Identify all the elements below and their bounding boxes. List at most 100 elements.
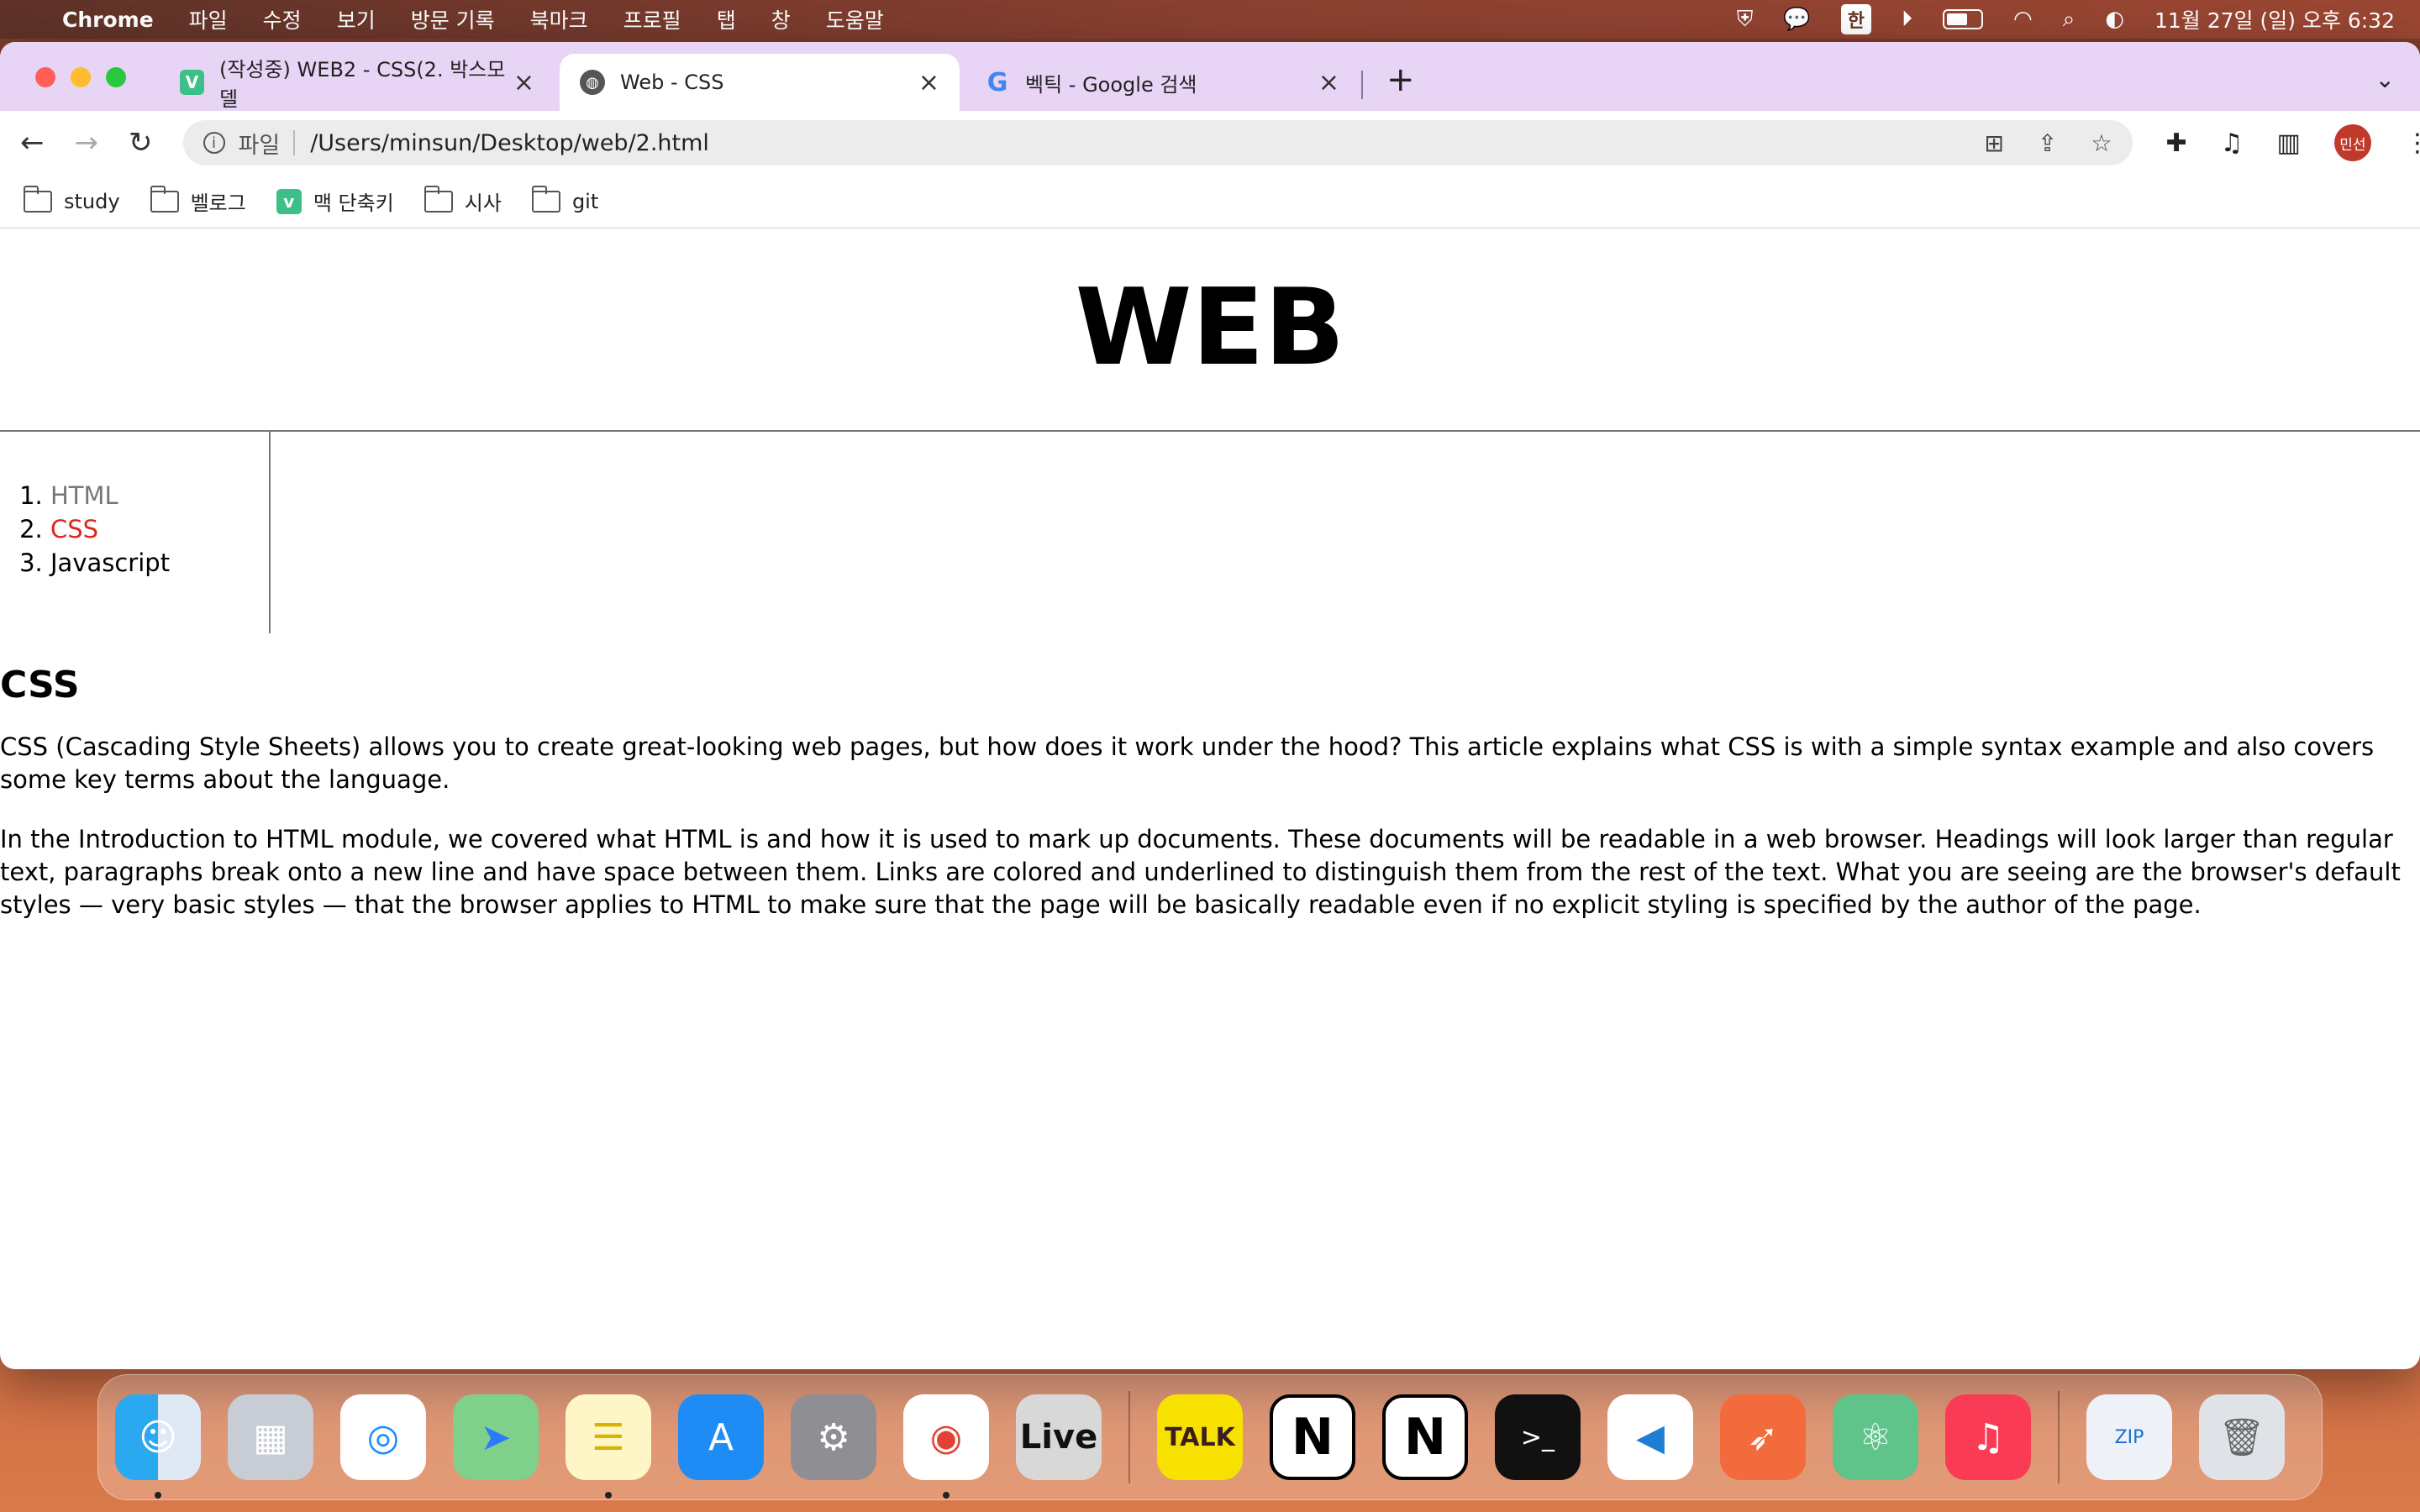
system-settings-gear-icon[interactable]: ⚙ (791, 1394, 876, 1480)
back-arrow-icon[interactable]: ← (20, 126, 45, 160)
page-heading-link[interactable]: WEB (0, 228, 2420, 432)
menu-clock[interactable]: 11월 27일 (일) 오후 6:32 (2154, 4, 2395, 34)
atom-editor-icon[interactable]: ⚛ (1833, 1394, 1918, 1480)
close-window-button[interactable] (35, 67, 55, 87)
menu-file[interactable]: 파일 (189, 4, 228, 34)
bookmark-news[interactable]: 시사 (424, 185, 502, 216)
app-store-icon[interactable]: A (678, 1394, 764, 1480)
maps-icon[interactable]: ➤ (453, 1394, 539, 1480)
terminal-icon[interactable]: >_ (1495, 1394, 1581, 1480)
bookmark-label: 맥 단축키 (313, 192, 394, 215)
omnibox-actions: ⊞ ⇪ ☆ (1984, 129, 2112, 157)
music-icon[interactable]: ♫ (1945, 1394, 2031, 1480)
tab-velog-draft[interactable]: V (작성중) WEB2 - CSS(2. 박스모델 × (160, 54, 555, 111)
menu-tab[interactable]: 탭 (717, 4, 736, 34)
bookmark-label: git (571, 189, 599, 213)
folder-icon (150, 185, 179, 213)
toolbar-actions: ✚ ♫ ▥ 민선 ⋮ (2166, 124, 2420, 161)
menu-view[interactable]: 보기 (337, 4, 376, 34)
folder-icon (24, 185, 52, 213)
spotlight-search-icon[interactable]: ⌕ (2063, 7, 2075, 33)
menu-profile[interactable]: 프로필 (623, 4, 681, 34)
tab-strip: V (작성중) WEB2 - CSS(2. 박스모델 × ◍ Web - CSS… (0, 42, 2420, 111)
tab-title: Web - CSS (620, 71, 724, 94)
folder-icon (531, 185, 560, 213)
minimize-window-button[interactable] (71, 67, 91, 87)
site-info-icon[interactable]: i (203, 132, 225, 154)
bookmarks-bar: study 벨로그 v 맥 단축키 시사 git (0, 175, 2420, 228)
side-panel-icon[interactable]: ▥ (2277, 129, 2301, 158)
share-icon[interactable]: ⇪ (2038, 129, 2057, 157)
close-tab-icon[interactable]: × (513, 68, 534, 97)
translate-icon[interactable]: ⊞ (1984, 129, 2003, 157)
status-area: ⛨ 💬 한 ⏵ ◠ ⌕ ◐ 11월 27일 (일) 오후 6:32 (1737, 4, 2395, 34)
control-center-icon[interactable]: ◐ (2105, 7, 2124, 32)
nav-link-javascript[interactable]: Javascript (50, 549, 170, 577)
close-tab-icon[interactable]: × (918, 68, 939, 97)
menu-edit[interactable]: 수정 (263, 4, 302, 34)
play-status-icon[interactable]: ⏵ (1902, 7, 1912, 33)
menu-help[interactable]: 도움말 (826, 4, 884, 34)
wifi-icon[interactable]: ◠ (2013, 7, 2033, 32)
nav-link-html[interactable]: HTML (50, 481, 118, 510)
nav-item-html[interactable]: HTML (50, 479, 269, 512)
shield-status-icon[interactable]: ⛨ (1737, 7, 1754, 33)
notion-icon[interactable]: N (1270, 1394, 1355, 1480)
address-bar[interactable]: i 파일 /Users/minsun/Desktop/web/2.html ⊞ … (182, 120, 2133, 165)
notes-icon[interactable]: ☰ (566, 1394, 651, 1499)
vscode-icon[interactable]: ◀ (1607, 1394, 1693, 1480)
zip-archive-icon[interactable]: ZIP (2086, 1394, 2172, 1480)
menu-bookmarks[interactable]: 북마크 (530, 4, 588, 34)
globe-favicon-icon: ◍ (580, 70, 605, 95)
more-menu-icon[interactable]: ⋮ (2405, 129, 2420, 158)
battery-icon[interactable] (1943, 9, 1983, 29)
menu-window[interactable]: 창 (771, 4, 791, 34)
nav-item-css[interactable]: CSS (50, 512, 269, 546)
page-nav: HTML CSS Javascript (0, 432, 271, 633)
browser-toolbar: ← → ↻ i 파일 /Users/minsun/Desktop/web/2.h… (0, 111, 2420, 175)
folder-icon (424, 185, 453, 213)
kakaotalk-icon[interactable]: TALK (1157, 1394, 1243, 1480)
finder-icon[interactable]: ☺ (115, 1394, 201, 1499)
live-app-icon[interactable]: Live (1016, 1394, 1102, 1480)
zoom-window-button[interactable] (106, 67, 126, 87)
input-method-indicator[interactable]: 한 (1840, 4, 1871, 34)
extensions-puzzle-icon[interactable]: ✚ (2166, 129, 2187, 158)
tab-web-css[interactable]: ◍ Web - CSS × (560, 54, 960, 111)
media-control-icon[interactable]: ♫ (2221, 129, 2244, 158)
bookmark-study[interactable]: study (24, 185, 120, 213)
bookmark-label: 벨로그 (190, 192, 246, 215)
forward-arrow-icon[interactable]: → (75, 126, 99, 160)
bookmark-git[interactable]: git (531, 185, 599, 213)
trash-icon[interactable]: 🗑 (2199, 1394, 2285, 1480)
menu-history[interactable]: 방문 기록 (411, 4, 495, 34)
swift-playgrounds-icon[interactable]: ➶ (1720, 1394, 1806, 1480)
launchpad-icon[interactable]: ▦ (228, 1394, 313, 1480)
chrome-icon[interactable]: ◉ (903, 1394, 989, 1499)
notion-calendar-icon[interactable]: N (1382, 1394, 1468, 1480)
safari-icon[interactable]: ◎ (340, 1394, 426, 1480)
bookmark-velog[interactable]: 벨로그 (150, 185, 246, 216)
url-scheme-label: 파일 (238, 132, 281, 159)
velog-favicon-icon: V (180, 70, 204, 95)
nav-link-css[interactable]: CSS (50, 515, 98, 543)
close-tab-icon[interactable]: × (1318, 68, 1339, 97)
tab-google-search[interactable]: G 벡틱 - Google 검색 × (965, 54, 1360, 111)
nav-item-javascript[interactable]: Javascript (50, 546, 269, 580)
menu-app-name[interactable]: Chrome (62, 8, 154, 32)
tab-search-chevron-icon[interactable]: ⌄ (2375, 66, 2395, 93)
bookmark-star-icon[interactable]: ☆ (2091, 129, 2112, 157)
article-paragraph: In the Introduction to HTML module, we c… (0, 825, 2401, 919)
reload-icon[interactable]: ↻ (129, 126, 153, 160)
article-title: CSS (0, 664, 80, 706)
new-tab-plus-icon[interactable]: + (1386, 60, 1415, 99)
bookmark-mac-shortcuts[interactable]: v 맥 단축키 (276, 186, 394, 216)
chrome-window: V (작성중) WEB2 - CSS(2. 박스모델 × ◍ Web - CSS… (0, 42, 2420, 1369)
article-paragraph: CSS (Cascading Style Sheets) allows you … (0, 732, 2375, 794)
page-grid: HTML CSS Javascript (0, 432, 2420, 633)
bookmark-label: 시사 (464, 192, 502, 215)
running-indicator (943, 1492, 950, 1499)
profile-avatar[interactable]: 민선 (2333, 124, 2371, 161)
chat-status-icon[interactable]: 💬 (1783, 7, 1810, 32)
url-text[interactable]: /Users/minsun/Desktop/web/2.html (310, 130, 709, 156)
